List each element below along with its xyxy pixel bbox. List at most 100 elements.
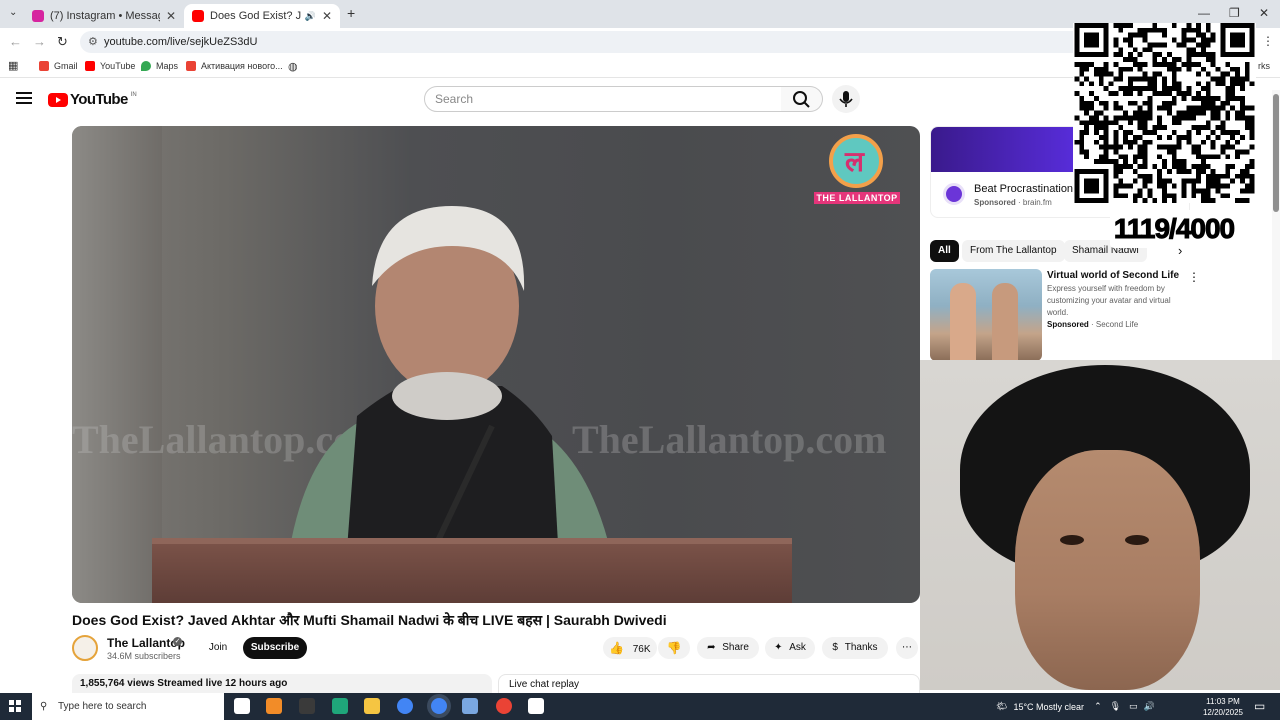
forward-icon[interactable]: → <box>33 34 46 49</box>
second-life-thumbnail[interactable] <box>930 269 1042 361</box>
sponsored-label: Sponsored <box>1047 320 1089 329</box>
more-actions-button[interactable]: ⋯ <box>896 637 918 659</box>
close-window-icon[interactable]: ✕ <box>1259 6 1269 20</box>
speaker-icon[interactable]: 🔊 <box>305 11 316 22</box>
webcam-person-eye <box>1125 535 1149 545</box>
restore-icon[interactable]: ❐ <box>1229 6 1240 20</box>
chrome-alt-icon[interactable] <box>496 698 512 714</box>
ask-button[interactable]: ✦ Ask <box>765 637 815 659</box>
task-view-icon[interactable] <box>234 698 250 714</box>
like-button[interactable]: 👍 76K <box>603 637 657 659</box>
site-info-icon[interactable]: ⚙ <box>88 31 98 53</box>
volume-icon[interactable]: 🔊 <box>1144 701 1155 712</box>
video-title: Does God Exist? Javed Akhtar और Mufti Sh… <box>72 612 667 628</box>
ad-title[interactable]: Beat Procrastination <box>974 183 1073 195</box>
chrome-active-icon[interactable] <box>431 698 447 714</box>
windows-taskbar: ⚲ Type here to search 🌤 15°C Mostly clea… <box>0 693 1280 720</box>
ad-sponsor-line: Sponsored · brain.fm <box>974 198 1052 207</box>
close-tab-icon[interactable]: ✕ <box>322 9 332 23</box>
subscribe-button[interactable]: Subscribe <box>243 637 307 659</box>
globe-icon[interactable]: ◍ <box>288 60 298 73</box>
apps-grid-icon[interactable]: ▦ <box>8 59 18 72</box>
tab-search-icon[interactable]: ⌄ <box>9 7 17 18</box>
bookmark-maps[interactable]: Maps <box>141 61 178 71</box>
bookmark-youtube[interactable]: YouTube <box>85 61 135 71</box>
ask-label: Ask <box>789 642 806 653</box>
windows-start-icon[interactable] <box>9 700 21 712</box>
url-text: youtube.com/live/sejkUeZS3dU <box>104 36 258 48</box>
webcam-person-face <box>1015 450 1200 690</box>
close-tab-icon[interactable]: ✕ <box>166 9 176 23</box>
voice-search-button[interactable] <box>832 85 860 113</box>
video-description-box[interactable]: 1,855,764 views Streamed live 12 hours a… <box>72 674 492 694</box>
ad-domain: brain.fm <box>1022 198 1052 207</box>
microphone-icon <box>839 91 853 107</box>
bookmark-gmail[interactable]: Gmail <box>39 61 78 71</box>
dislike-button[interactable]: 👎 <box>658 637 690 659</box>
webcam-overlay <box>920 360 1280 690</box>
menu-icon[interactable] <box>16 92 32 104</box>
bookmark-label: Gmail <box>54 61 78 71</box>
taskbar-search-placeholder: Type here to search <box>58 701 147 712</box>
thanks-button[interactable]: $ Thanks <box>822 637 888 659</box>
clock-time: 11:03 PM <box>1206 697 1240 706</box>
youtube-play-icon <box>48 92 68 107</box>
podium <box>152 538 792 603</box>
thumbs-up-icon: 👍 <box>609 641 624 655</box>
file-explorer-icon[interactable] <box>364 698 380 714</box>
taskbar-search-input[interactable]: ⚲ Type here to search <box>32 693 224 720</box>
minimize-icon[interactable]: — <box>1198 6 1210 20</box>
new-tab-button[interactable]: + <box>347 5 355 21</box>
chrome-icon[interactable] <box>397 698 413 714</box>
notifications-icon[interactable]: ▭ <box>1254 699 1265 713</box>
tab-youtube[interactable]: Does God Exist? Javed Akhtar 🔊 ✕ <box>184 4 340 28</box>
channel-watermark-logo: THE LALLANTOP <box>814 134 900 204</box>
join-button[interactable]: Join <box>199 637 237 659</box>
network-icon[interactable]: ▭ <box>1129 701 1138 712</box>
bookmarks-overflow[interactable]: rks <box>1258 61 1270 71</box>
page-scrollbar[interactable] <box>1272 90 1280 360</box>
thumbs-down-icon: 👎 <box>666 641 682 655</box>
reload-icon[interactable]: ↻ <box>57 34 68 50</box>
more-options-icon[interactable]: ⋮ <box>1188 270 1200 284</box>
microphone-icon[interactable]: 🎙 <box>1110 701 1121 712</box>
bookmark-activation[interactable]: Активация нового... <box>186 61 283 71</box>
youtube-icon <box>85 61 95 71</box>
video-player[interactable]: TheLallantop.com TheLallantop.com THE LA… <box>72 126 920 603</box>
live-chat-replay-header[interactable]: Live chat replay <box>498 674 920 694</box>
channel-avatar[interactable] <box>72 635 98 661</box>
brainfm-logo-icon <box>943 183 965 205</box>
bookmark-label: Активация нового... <box>201 61 283 71</box>
scrollbar-thumb[interactable] <box>1273 94 1279 212</box>
youtube-icon <box>192 10 204 22</box>
app-blue-icon[interactable] <box>462 698 478 714</box>
thanks-icon: $ <box>832 642 838 653</box>
back-icon[interactable]: ← <box>9 34 22 49</box>
app-orange-icon[interactable] <box>266 698 282 714</box>
tab-instagram[interactable]: (7) Instagram • Messages ✕ <box>24 4 184 28</box>
app-dark-icon[interactable] <box>299 698 315 714</box>
second-life-ad-title[interactable]: Virtual world of Second Life <box>1047 270 1179 281</box>
chip-all[interactable]: All <box>930 240 959 262</box>
search-input[interactable]: Search <box>424 86 782 112</box>
app-green-icon[interactable] <box>332 698 348 714</box>
settings-icon[interactable] <box>528 698 544 714</box>
share-button[interactable]: ➦ Share <box>697 637 759 659</box>
search-button[interactable] <box>781 86 823 112</box>
video-background-wall <box>72 126 162 603</box>
taskbar-clock[interactable]: 11:03 PM 12/20/2025 <box>1198 696 1248 718</box>
chip-from-lallantop[interactable]: From The Lallantop <box>962 240 1065 262</box>
qr-code <box>1073 23 1256 203</box>
address-bar[interactable]: ⚙ youtube.com/live/sejkUeZS3dU <box>80 31 1180 53</box>
youtube-logo[interactable]: YouTube IN <box>48 91 137 108</box>
maps-pin-icon <box>141 61 151 71</box>
gmail-icon <box>39 61 49 71</box>
tab-title: (7) Instagram • Messages <box>50 10 160 22</box>
tray-chevron-icon[interactable]: ⌃ <box>1094 701 1102 712</box>
browser-menu-icon[interactable]: ⋮ <box>1262 34 1274 48</box>
avatar-figure <box>992 283 1018 361</box>
channel-watermark-label: THE LALLANTOP <box>814 192 900 204</box>
progress-counter: 1119/4000 <box>1110 210 1238 248</box>
second-life-sponsor-line: Sponsored · Second Life <box>1047 320 1139 329</box>
lallantop-logo-icon <box>829 134 883 188</box>
